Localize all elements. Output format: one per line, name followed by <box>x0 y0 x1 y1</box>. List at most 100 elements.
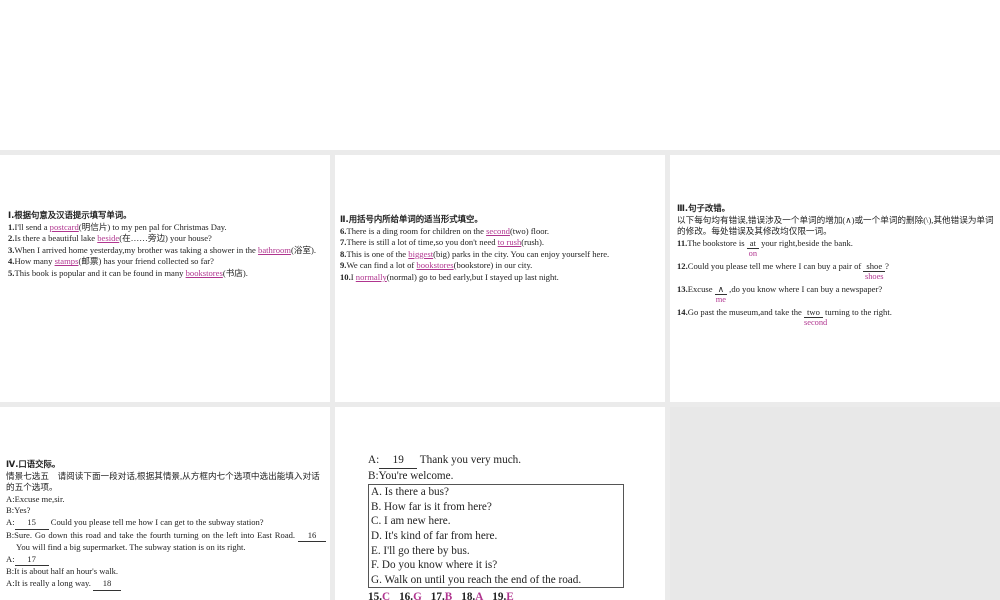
question-text: I'll send a <box>14 221 50 232</box>
question-text: This is one of the <box>346 248 409 259</box>
blank-15: 15 <box>14 517 49 530</box>
corrected-word: on <box>748 248 757 258</box>
question-text: (two) floor. <box>509 225 550 236</box>
corrected-word: shoes <box>864 271 884 281</box>
correction: two second <box>803 306 827 327</box>
top-blank-area <box>0 0 1000 150</box>
answer-text: stamps <box>54 256 79 267</box>
question-item: 12.Could you please tell me where I can … <box>677 260 997 284</box>
blank-19: 19 <box>379 453 418 469</box>
section-instructions: 以下每句均有错误,错误涉及一个单词的增加(∧)或一个单词的删除(\),其他错误为… <box>677 214 994 237</box>
question-text: We can find a lot of <box>346 260 417 271</box>
answer-text: postcard <box>49 221 79 232</box>
question-text: ,do you know where I can buy a newspaper… <box>727 283 883 294</box>
option-item: B. How far is it from here? <box>371 500 492 513</box>
dialog-line: A:Excuse me,sir. <box>6 493 65 504</box>
section-instructions: 情景七选五 请阅读下面一段对话,根据其情景,从方框内七个选项中选出能填入对话的五… <box>6 470 320 493</box>
answer-text: bookstores <box>416 260 454 271</box>
question-text: ? <box>885 260 889 271</box>
dialog-line: A: 15 Could you please tell me how I can … <box>6 517 326 530</box>
dialog-line: B:Sure. Go down this road and take the f… <box>6 530 326 554</box>
correction: ∧ me <box>714 283 728 304</box>
option-item: D. It's kind of far from here. <box>371 529 498 542</box>
option-item: A. Is there a bus? <box>371 486 449 499</box>
question-text: (rush). <box>521 237 544 248</box>
answer-text: bookstores <box>185 267 223 278</box>
correction: at on <box>746 237 759 258</box>
options-box: A. Is there a bus? B. How far is it from … <box>368 484 624 589</box>
answer-text: A <box>475 591 484 600</box>
correction: shoe shoes <box>863 260 886 281</box>
question-number: 13. <box>677 283 688 294</box>
question-text: (normal) go to bed early,but I stayed up… <box>386 271 559 282</box>
question-item: 2.Is there a beautiful lake beside(在……旁边… <box>8 233 326 245</box>
blank-17: 17 <box>14 554 49 567</box>
dialog-line: A: 17 <box>6 554 326 567</box>
question-text: The bookstore is <box>687 237 747 248</box>
answer-text: biggest <box>408 248 434 259</box>
answer-text: C <box>381 591 391 600</box>
question-text: (邮票) has your friend collected so far? <box>78 256 214 267</box>
question-item: 7.There is still a lot of time,so you do… <box>340 237 662 249</box>
question-number: 11. <box>677 237 688 248</box>
question-list: 6.There is a ding room for children on t… <box>340 226 662 284</box>
question-text: When I arrived home yesterday,my brother… <box>14 244 259 255</box>
question-text: (浴室). <box>290 244 317 255</box>
question-text: your right,beside the bank. <box>758 237 853 248</box>
question-number: 17. <box>430 591 445 600</box>
section-heading: Ⅲ.句子改错。 <box>677 203 730 213</box>
answer-text: to rush <box>497 237 522 248</box>
question-text: (明信片) to my pen pal for Christmas Day. <box>78 221 227 232</box>
answer-key: 15.C 16.G 17.B 18.A 19.E <box>368 590 624 600</box>
answer-key-item: 15.C <box>368 591 390 600</box>
slide-panel-4[interactable]: Ⅳ.口语交际。 情景七选五 请阅读下面一段对话,根据其情景,从方框内七个选项中选… <box>0 407 330 600</box>
question-number: 16. <box>399 591 414 600</box>
question-text: Could you please tell me where I can buy… <box>687 260 864 271</box>
dialog-line: A: 19 Thank you very much. <box>368 453 624 469</box>
dialog-line: A:It is really a long way. 18 <box>6 578 326 591</box>
question-number: 19. <box>492 591 507 600</box>
question-number: 15. <box>368 591 382 600</box>
answer-text: normally <box>355 271 387 282</box>
question-text: (big) parks in the city. You can enjoy y… <box>433 248 610 259</box>
blank-16: 16 <box>298 530 326 543</box>
question-text: turning to the right. <box>822 306 892 317</box>
answer-key-item: 16.G <box>399 591 422 600</box>
slide-panel-5[interactable]: A: 19 Thank you very much. B:You're welco… <box>335 407 665 600</box>
question-list: 1.I'll send a postcard(明信片) to my pen pa… <box>8 222 326 280</box>
question-item: 1.I'll send a postcard(明信片) to my pen pa… <box>8 222 326 234</box>
answer-key-item: 19.E <box>492 591 513 600</box>
question-text: This book is popular and it can be found… <box>14 267 186 278</box>
answer-text: G <box>413 591 422 600</box>
question-item: 14.Go past the museum,and take the two se… <box>677 306 997 330</box>
dialog-line: B:It is about half an hour's walk. <box>6 566 119 577</box>
question-text: (书店). <box>222 267 248 278</box>
blank-18: 18 <box>93 578 122 591</box>
question-list: 11.The bookstore is at on your right,besi… <box>677 237 997 330</box>
question-text: Is there a beautiful lake <box>14 233 98 244</box>
answer-text: second <box>486 225 510 236</box>
question-item: 4.How many stamps(邮票) has your friend co… <box>8 256 326 268</box>
question-item: 5.This book is popular and it can be fou… <box>8 268 326 280</box>
answer-key-item: 18.A <box>461 591 483 600</box>
option-item: C. I am new here. <box>371 515 451 528</box>
question-text: (bookstore) in our city. <box>453 260 533 271</box>
slide-panel-2[interactable]: Ⅱ.用括号内所给单词的适当形式填空。 6.There is a ding roo… <box>335 155 665 402</box>
question-item: 3.When I arrived home yesterday,my broth… <box>8 245 326 257</box>
question-item: 11.The bookstore is at on your right,besi… <box>677 237 997 261</box>
question-number: 14. <box>677 306 688 317</box>
question-item: 6.There is a ding room for children on t… <box>340 226 662 238</box>
slide-panel-3[interactable]: Ⅲ.句子改错。 以下每句均有错误,错误涉及一个单词的增加(∧)或一个单词的删除(… <box>670 155 1000 402</box>
slide-panel-1[interactable]: Ⅰ.根据句意及汉语提示填写单词。 1.I'll send a postcard(… <box>0 155 330 402</box>
question-text: (在……旁边) your house? <box>119 233 212 244</box>
corrected-word: me <box>715 294 726 304</box>
question-item: 9.We can find a lot of bookstores(bookst… <box>340 260 662 272</box>
section-heading: Ⅰ.根据句意及汉语提示填写单词。 <box>8 210 132 220</box>
question-number: 12. <box>677 260 688 271</box>
empty-panel <box>670 407 1000 600</box>
answer-text: E <box>506 591 514 600</box>
question-item: 10.I normally(normal) go to bed early,bu… <box>340 272 662 284</box>
question-text: There is still a lot of time,so you don'… <box>346 237 498 248</box>
dialog-line: B:You're welcome. <box>368 469 454 482</box>
question-text: How many <box>14 256 55 267</box>
